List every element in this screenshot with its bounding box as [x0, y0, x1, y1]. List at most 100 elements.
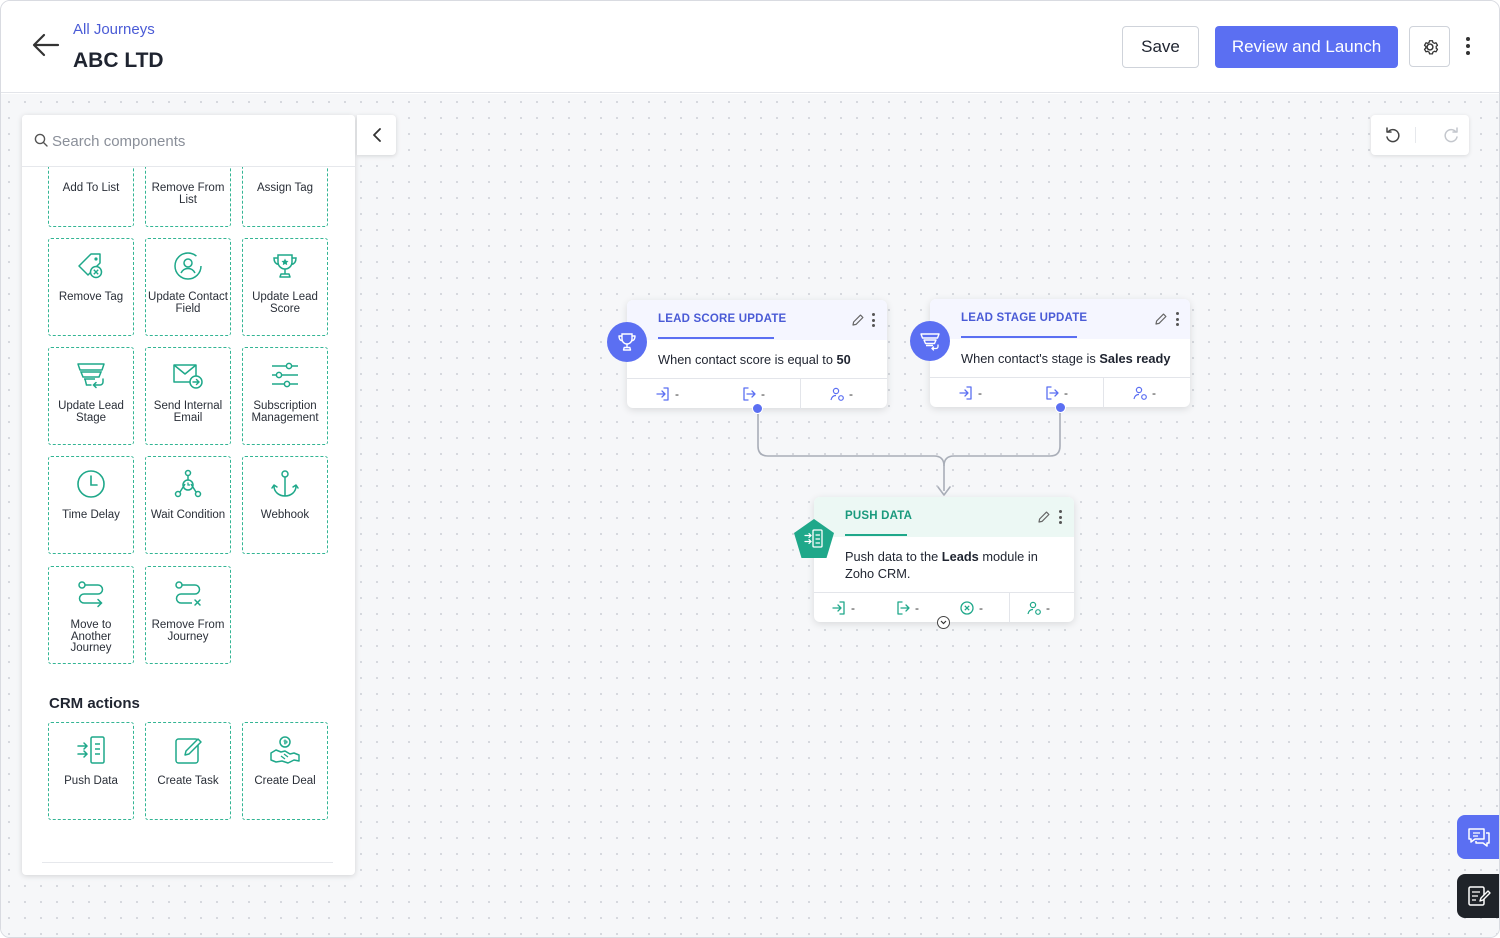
failed-icon — [960, 601, 974, 615]
divider — [1415, 127, 1416, 143]
tile-push-data[interactable]: Push Data — [48, 722, 134, 820]
collapse-panel-button[interactable] — [357, 115, 396, 155]
trophy-icon — [243, 249, 327, 283]
node-heading: LEAD SCORE UPDATE — [658, 313, 787, 325]
undo-redo-group — [1371, 115, 1469, 155]
tile-create-deal[interactable]: Create Deal — [242, 722, 328, 820]
remove-tag-icon — [49, 249, 133, 283]
notes-button[interactable] — [1457, 874, 1499, 918]
tile-update-lead-score[interactable]: Update Lead Score — [242, 238, 328, 336]
push-data-icon — [792, 518, 836, 560]
update-contact-field-icon — [146, 249, 230, 283]
tile-label: Push Data — [64, 775, 118, 787]
node-description: Push data to the Leads module in Zoho CR… — [845, 549, 1038, 581]
node-lead-score-update[interactable]: LEAD SCORE UPDATE When contact score is … — [627, 300, 887, 409]
chat-button[interactable] — [1457, 815, 1499, 859]
node-underline — [658, 337, 774, 339]
undo-icon[interactable] — [1383, 125, 1403, 145]
failed-stat: - — [959, 600, 983, 616]
node-menu-icon[interactable] — [1057, 510, 1063, 524]
components-panel: Add To List Remove From List Assign Tag … — [22, 115, 355, 875]
tile-label: Update Contact Field — [148, 291, 228, 315]
node-heading: LEAD STAGE UPDATE — [961, 312, 1088, 324]
tile-remove-from-journey[interactable]: Remove From Journey — [145, 566, 231, 664]
entered-stat: - — [655, 386, 679, 402]
tile-label: Assign Tag — [256, 182, 314, 194]
contacts-stat: - — [829, 386, 853, 402]
edit-pencil-icon[interactable] — [1154, 312, 1168, 326]
trophy-icon — [607, 322, 647, 362]
route-remove-icon — [146, 577, 230, 611]
tile-label: Update Lead Stage — [58, 400, 124, 424]
app-window: All Journeys ABC LTD Save Review and Lau… — [0, 0, 1500, 938]
node-push-data[interactable]: PUSH DATA Push data to the Leads module … — [814, 497, 1074, 623]
tile-label: Move to Another Journey — [70, 619, 112, 654]
tile-label: Add To List — [62, 182, 120, 194]
entered-stat: - — [958, 385, 982, 401]
tile-label: Time Delay — [62, 509, 120, 521]
tile-label: Remove From Journey — [151, 619, 225, 643]
node-output-port[interactable] — [1055, 402, 1066, 413]
exited-stat: - — [741, 386, 765, 402]
search-input[interactable] — [52, 129, 342, 153]
divider — [800, 379, 801, 409]
exit-icon — [743, 387, 756, 401]
search-icon — [34, 133, 48, 147]
funnel-icon — [910, 321, 950, 361]
tile-label: Remove Tag — [58, 291, 124, 303]
edit-pencil-icon[interactable] — [1037, 510, 1051, 524]
contacts-icon — [1027, 601, 1041, 615]
tile-label: Wait Condition — [150, 509, 226, 521]
notes-icon — [1468, 886, 1491, 906]
tile-move-to-another-journey[interactable]: Move to Another Journey — [48, 566, 134, 664]
edit-pencil-icon[interactable] — [851, 313, 865, 327]
node-lead-stage-update[interactable]: LEAD STAGE UPDATE When contact's stage i… — [930, 299, 1190, 408]
node-underline — [845, 534, 907, 536]
exited-stat: - — [895, 600, 919, 616]
node-description: When contact score is equal to 50 — [658, 352, 851, 367]
divider — [1009, 593, 1010, 623]
exit-icon — [1046, 386, 1059, 400]
redo-icon[interactable] — [1441, 125, 1461, 145]
component-search — [22, 115, 355, 167]
node-menu-icon[interactable] — [870, 313, 876, 327]
handshake-icon — [243, 733, 327, 767]
tile-label: Create Task — [157, 775, 219, 787]
create-task-icon — [146, 733, 230, 767]
enter-icon — [959, 386, 972, 400]
contacts-icon — [1133, 386, 1147, 400]
funnel-icon — [49, 358, 133, 392]
chevron-left-icon — [372, 128, 381, 142]
tile-subscription-management[interactable]: Subscription Management — [242, 347, 328, 445]
expand-chevron-icon[interactable] — [937, 616, 950, 629]
enter-icon — [656, 387, 669, 401]
panel-divider — [42, 862, 333, 863]
clock-icon — [49, 467, 133, 501]
tile-send-internal-email[interactable]: Send Internal Email — [145, 347, 231, 445]
tile-update-lead-stage[interactable]: Update Lead Stage — [48, 347, 134, 445]
route-icon — [49, 577, 133, 611]
node-heading: PUSH DATA — [845, 510, 913, 522]
tile-create-task[interactable]: Create Task — [145, 722, 231, 820]
tile-webhook[interactable]: Webhook — [242, 456, 328, 554]
tile-update-contact-field[interactable]: Update Contact Field — [145, 238, 231, 336]
tile-label: Update Lead Score — [252, 291, 318, 315]
crm-actions-heading: CRM actions — [49, 695, 140, 712]
contacts-stat: - — [1026, 600, 1050, 616]
entered-stat: - — [831, 600, 855, 616]
anchor-icon — [243, 467, 327, 501]
push-data-icon — [49, 733, 133, 767]
exit-icon — [897, 601, 910, 615]
tile-label: Remove From List — [151, 182, 225, 206]
tile-remove-tag[interactable]: Remove Tag — [48, 238, 134, 336]
chat-icon — [1468, 828, 1490, 847]
node-output-port[interactable] — [752, 403, 763, 414]
sliders-icon — [243, 358, 327, 392]
tile-label: Webhook — [260, 509, 310, 521]
tile-wait-condition[interactable]: Wait Condition — [145, 456, 231, 554]
node-menu-icon[interactable] — [1174, 312, 1180, 326]
tile-label: Create Deal — [254, 775, 316, 787]
enter-icon — [832, 601, 845, 615]
node-description: When contact's stage is Sales ready — [961, 351, 1171, 366]
tile-time-delay[interactable]: Time Delay — [48, 456, 134, 554]
